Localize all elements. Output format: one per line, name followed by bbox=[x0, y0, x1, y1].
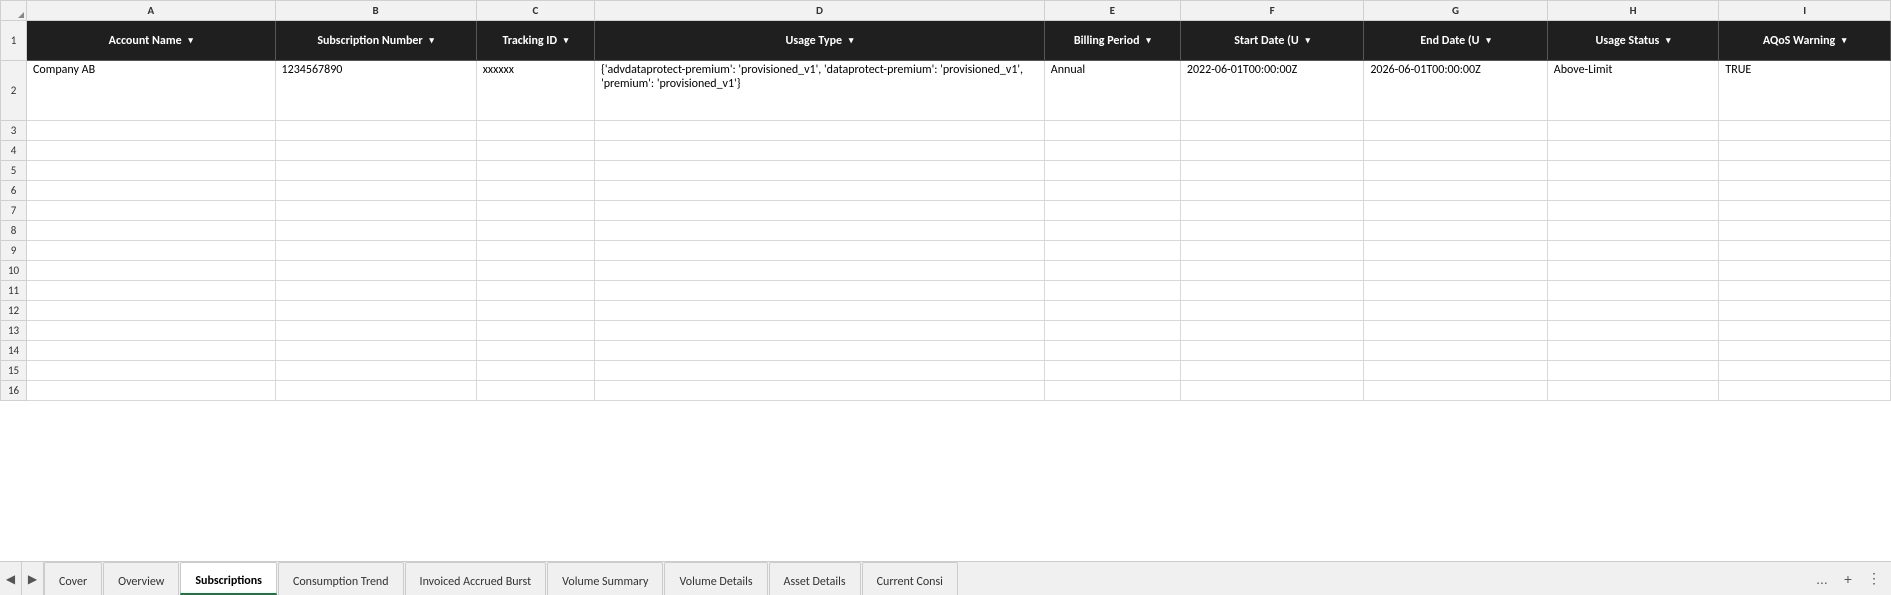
cell-d2[interactable]: {'advdataprotect-premium': 'provisioned_… bbox=[595, 61, 1045, 121]
table-row: 2 Company AB 1234567890 xxxxxx {'advdata… bbox=[1, 61, 1891, 121]
filter-icon-h[interactable]: ▾ bbox=[1666, 35, 1671, 46]
tab-volume-summary[interactable]: Volume Summary bbox=[547, 562, 663, 595]
filter-icon-g[interactable]: ▾ bbox=[1486, 35, 1491, 46]
col-letter-h[interactable]: H bbox=[1547, 1, 1719, 21]
tab-label-subscriptions: Subscriptions bbox=[195, 574, 262, 588]
table-row: 5 bbox=[1, 161, 1891, 181]
cell-f3[interactable] bbox=[1180, 121, 1363, 141]
filter-icon-e[interactable]: ▾ bbox=[1146, 35, 1151, 46]
col-letter-d[interactable]: D bbox=[595, 1, 1045, 21]
header-end-date[interactable]: End Date (U ▾ bbox=[1364, 21, 1547, 61]
cell-i2[interactable]: TRUE bbox=[1719, 61, 1891, 121]
table-row: 6 bbox=[1, 181, 1891, 201]
column-letters-row: A B C D E F G H I bbox=[1, 1, 1891, 21]
table-row: 9 bbox=[1, 241, 1891, 261]
cell-e3[interactable] bbox=[1044, 121, 1180, 141]
table-row: 11 bbox=[1, 281, 1891, 301]
table-row: 7 bbox=[1, 201, 1891, 221]
grid-wrapper: A B C D E F G H I 1 Account Name ▾ bbox=[0, 0, 1891, 561]
cell-a3[interactable] bbox=[27, 121, 276, 141]
tab-add-button[interactable]: + bbox=[1837, 568, 1859, 590]
tab-prev-button[interactable]: ◀ bbox=[0, 562, 22, 595]
table-row: 8 bbox=[1, 221, 1891, 241]
row-num-1: 1 bbox=[1, 21, 27, 61]
cell-h3[interactable] bbox=[1547, 121, 1719, 141]
filter-icon-a[interactable]: ▾ bbox=[188, 35, 193, 46]
spreadsheet-grid: A B C D E F G H I 1 Account Name ▾ bbox=[0, 0, 1891, 401]
tab-volume-details[interactable]: Volume Details bbox=[664, 562, 767, 595]
col-letter-b[interactable]: B bbox=[275, 1, 476, 21]
tab-label-invoiced-accrued-burst: Invoiced Accrued Burst bbox=[420, 575, 532, 589]
cell-f2[interactable]: 2022-06-01T00:00:00Z bbox=[1180, 61, 1363, 121]
tab-actions: ... + ⋮ bbox=[1805, 562, 1891, 595]
cell-b3[interactable] bbox=[275, 121, 476, 141]
header-billing-period[interactable]: Billing Period ▾ bbox=[1044, 21, 1180, 61]
tab-label-volume-summary: Volume Summary bbox=[562, 575, 648, 589]
row-num-3: 3 bbox=[1, 121, 27, 141]
filter-icon-d[interactable]: ▾ bbox=[849, 35, 854, 46]
filter-icon-f[interactable]: ▾ bbox=[1305, 35, 1310, 46]
tab-subscriptions[interactable]: Subscriptions bbox=[180, 562, 277, 595]
header-usage-type[interactable]: Usage Type ▾ bbox=[595, 21, 1045, 61]
header-subscription-number[interactable]: Subscription Number ▾ bbox=[275, 21, 476, 61]
header-start-date[interactable]: Start Date (U ▾ bbox=[1180, 21, 1363, 61]
tab-cover[interactable]: Cover bbox=[44, 562, 102, 595]
tab-more-button[interactable]: ... bbox=[1811, 568, 1833, 590]
table-row: 16 bbox=[1, 381, 1891, 401]
table-row: 12 bbox=[1, 301, 1891, 321]
header-account-name[interactable]: Account Name ▾ bbox=[27, 21, 276, 61]
cell-a2[interactable]: Company AB bbox=[27, 61, 276, 121]
tab-menu-button[interactable]: ⋮ bbox=[1863, 568, 1885, 590]
table-row: 15 bbox=[1, 361, 1891, 381]
col-letter-f[interactable]: F bbox=[1180, 1, 1363, 21]
filter-icon-c[interactable]: ▾ bbox=[564, 35, 569, 46]
cell-d3[interactable] bbox=[595, 121, 1045, 141]
col-letter-g[interactable]: G bbox=[1364, 1, 1547, 21]
tab-label-current-consi: Current Consi bbox=[877, 575, 943, 589]
col-letter-e[interactable]: E bbox=[1044, 1, 1180, 21]
tab-current-consi[interactable]: Current Consi bbox=[862, 562, 958, 595]
tab-label-consumption-trend: Consumption Trend bbox=[293, 575, 389, 589]
cell-g2[interactable]: 2026-06-01T00:00:00Z bbox=[1364, 61, 1547, 121]
tab-asset-details[interactable]: Asset Details bbox=[769, 562, 861, 595]
tab-label-volume-details: Volume Details bbox=[679, 575, 752, 589]
header-tracking-id[interactable]: Tracking ID ▾ bbox=[476, 21, 594, 61]
table-row: 14 bbox=[1, 341, 1891, 361]
cell-i3[interactable] bbox=[1719, 121, 1891, 141]
tab-label-cover: Cover bbox=[59, 575, 87, 589]
cell-g3[interactable] bbox=[1364, 121, 1547, 141]
tab-consumption-trend[interactable]: Consumption Trend bbox=[278, 562, 404, 595]
tabs-list: Cover Overview Subscriptions Consumption… bbox=[44, 562, 1805, 595]
table-row: 3 bbox=[1, 121, 1891, 141]
table-row: 10 bbox=[1, 261, 1891, 281]
tab-label-asset-details: Asset Details bbox=[784, 575, 846, 589]
cell-h2[interactable]: Above-Limit bbox=[1547, 61, 1719, 121]
col-letter-a[interactable]: A bbox=[27, 1, 276, 21]
table-row: 13 bbox=[1, 321, 1891, 341]
tab-overview[interactable]: Overview bbox=[103, 562, 179, 595]
data-header-row: 1 Account Name ▾ Subscription Number ▾ T… bbox=[1, 21, 1891, 61]
table-row: 4 bbox=[1, 141, 1891, 161]
cell-e2[interactable]: Annual bbox=[1044, 61, 1180, 121]
col-letter-c[interactable]: C bbox=[476, 1, 594, 21]
header-aqos-warning[interactable]: AQoS Warning ▾ bbox=[1719, 21, 1891, 61]
tab-label-overview: Overview bbox=[118, 575, 164, 589]
filter-icon-b[interactable]: ▾ bbox=[429, 35, 434, 46]
spreadsheet-container: A B C D E F G H I 1 Account Name ▾ bbox=[0, 0, 1891, 595]
tab-next-button[interactable]: ▶ bbox=[22, 562, 44, 595]
header-usage-status[interactable]: Usage Status ▾ bbox=[1547, 21, 1719, 61]
col-letter-i[interactable]: I bbox=[1719, 1, 1891, 21]
tab-invoiced-accrued-burst[interactable]: Invoiced Accrued Burst bbox=[405, 562, 547, 595]
tab-bar: ◀ ▶ Cover Overview Subscriptions Consump… bbox=[0, 561, 1891, 595]
select-all-cell[interactable] bbox=[1, 1, 27, 21]
filter-icon-i[interactable]: ▾ bbox=[1842, 35, 1847, 46]
cell-c2[interactable]: xxxxxx bbox=[476, 61, 594, 121]
cell-b2[interactable]: 1234567890 bbox=[275, 61, 476, 121]
cell-c3[interactable] bbox=[476, 121, 594, 141]
row-num-2: 2 bbox=[1, 61, 27, 121]
